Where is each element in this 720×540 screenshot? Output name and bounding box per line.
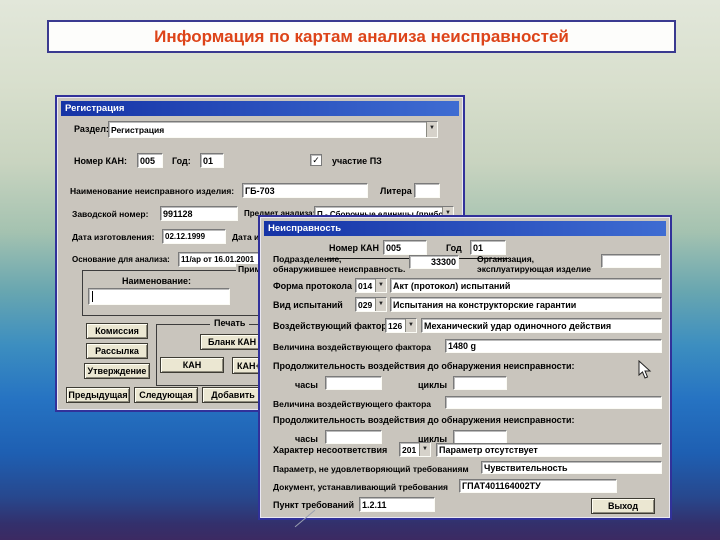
duration1-label: Продолжительность воздействия до обнаруж… bbox=[273, 361, 575, 371]
harakter-input[interactable] bbox=[436, 443, 662, 457]
podrazdelenie-label-1: Подразделение, bbox=[273, 254, 342, 264]
litera-input[interactable] bbox=[414, 183, 440, 198]
razdel-value: Регистрация bbox=[111, 124, 165, 135]
forma-protokola-code: 014 bbox=[358, 280, 373, 291]
forma-protokola-code-combobox[interactable]: 014 ▼ bbox=[355, 278, 387, 293]
komissiya-button[interactable]: Комиссия bbox=[86, 323, 148, 339]
zavod-nomer-label: Заводской номер: bbox=[72, 209, 149, 219]
duration2-label: Продолжительность воздействия до обнаруж… bbox=[273, 415, 575, 425]
duration1-chasy-input[interactable] bbox=[325, 376, 382, 390]
fault-client: Номер КАН Год Подразделение, обнаруживше… bbox=[263, 238, 667, 515]
registration-title: Регистрация bbox=[65, 103, 125, 114]
duration1-chasy-label: часы bbox=[295, 380, 318, 390]
razdel-combobox[interactable]: Регистрация ▼ bbox=[108, 121, 438, 138]
dropdown-arrow-icon[interactable]: ▼ bbox=[419, 443, 430, 456]
data-izgotovleniya-label: Дата изготовления: bbox=[72, 232, 155, 242]
next-button[interactable]: Следующая bbox=[134, 387, 198, 403]
naimenovanie-label: Наименование: bbox=[122, 276, 192, 286]
dokument-label: Документ, устанавливающий требования bbox=[273, 482, 449, 492]
zavod-nomer-input[interactable] bbox=[160, 206, 238, 221]
rassylka-button[interactable]: Рассылка bbox=[86, 343, 148, 359]
page-title: Информация по картам анализа неисправнос… bbox=[154, 27, 569, 46]
organizaciya-input[interactable] bbox=[601, 254, 661, 268]
duration1-cikly-input[interactable] bbox=[453, 376, 507, 390]
fault-title: Неисправность bbox=[268, 223, 342, 234]
pechat-group-title: Печать bbox=[210, 318, 250, 328]
duration2-chasy-label: часы bbox=[295, 434, 318, 444]
faktor-label: Воздействующий фактор bbox=[273, 321, 387, 331]
podrazdelenie-label-2: обнаружившее неисправность. bbox=[273, 264, 406, 274]
duration1-cikly-label: циклы bbox=[418, 380, 448, 390]
izdelie-input[interactable] bbox=[242, 183, 368, 198]
organizaciya-label-2: эксплуатирующая изделие bbox=[477, 264, 592, 274]
podrazdelenie-input[interactable] bbox=[409, 255, 459, 269]
data-cut-label: Дата и bbox=[232, 232, 260, 242]
fault-god-label: Год bbox=[446, 243, 462, 253]
dropdown-arrow-icon[interactable]: ▼ bbox=[375, 279, 386, 292]
add-button[interactable]: Добавить bbox=[202, 387, 264, 403]
duration2-cikly-input[interactable] bbox=[453, 430, 507, 444]
naimenovanie-input[interactable] bbox=[88, 288, 230, 305]
vid-ispytaniy-code: 029 bbox=[358, 299, 373, 310]
faktor-code-combobox[interactable]: 126 ▼ bbox=[385, 318, 417, 333]
uchastie-pz-checkbox[interactable]: ✓ bbox=[310, 154, 322, 166]
izdelie-label: Наименование неисправного изделия: bbox=[70, 186, 235, 196]
velichina1-label: Величина воздействующего фактора bbox=[273, 342, 431, 352]
parametr-label: Параметр, не удовлетворяющий требованиям bbox=[273, 464, 469, 474]
forma-protokola-label: Форма протокола bbox=[273, 281, 352, 291]
punkt-label: Пункт требований bbox=[273, 500, 355, 510]
punkt-input[interactable] bbox=[359, 497, 435, 512]
vid-ispytaniy-label: Вид испытаний bbox=[273, 300, 343, 310]
dropdown-arrow-icon[interactable]: ▼ bbox=[405, 319, 416, 332]
faktor-input[interactable] bbox=[421, 318, 662, 333]
kan-button[interactable]: КАН bbox=[160, 357, 224, 373]
velichina2-input[interactable] bbox=[445, 396, 662, 409]
dropdown-arrow-icon[interactable]: ▼ bbox=[426, 122, 437, 137]
organizaciya-label-1: Организация, bbox=[477, 254, 535, 264]
mouse-cursor-icon bbox=[638, 360, 652, 379]
god-input[interactable] bbox=[200, 153, 224, 168]
nomer-kan-label: Номер КАН: bbox=[74, 156, 128, 166]
forma-protokola-input[interactable] bbox=[390, 278, 662, 293]
razdel-label: Раздел: bbox=[74, 124, 109, 134]
dokument-input[interactable] bbox=[459, 479, 617, 493]
vid-ispytaniy-input[interactable] bbox=[390, 297, 662, 312]
fault-nomer-kan-input[interactable] bbox=[383, 240, 427, 255]
utverzhdenie-button[interactable]: Утверждение bbox=[84, 363, 150, 379]
fault-god-input[interactable] bbox=[470, 240, 506, 255]
harakter-code-combobox[interactable]: 201 ▼ bbox=[399, 442, 431, 457]
harakter-code: 201 bbox=[402, 444, 417, 455]
fault-window: Неисправность Номер КАН Год Подразделени… bbox=[258, 215, 672, 520]
page-title-banner: Информация по картам анализа неисправнос… bbox=[47, 20, 676, 53]
velichina1-input[interactable] bbox=[445, 339, 662, 353]
registration-titlebar[interactable]: Регистрация bbox=[61, 101, 459, 116]
dropdown-arrow-icon[interactable]: ▼ bbox=[375, 298, 386, 311]
vid-ispytaniy-code-combobox[interactable]: 029 ▼ bbox=[355, 297, 387, 312]
checkmark-icon: ✓ bbox=[312, 155, 320, 165]
prev-button[interactable]: Предыдущая bbox=[66, 387, 130, 403]
uchastie-pz-label: участие ПЗ bbox=[332, 156, 382, 166]
exit-button[interactable]: Выход bbox=[591, 498, 655, 514]
duration2-chasy-input[interactable] bbox=[325, 430, 382, 444]
god-label: Год: bbox=[172, 156, 191, 166]
blank-kan-button[interactable]: Бланк КАН bbox=[200, 334, 264, 350]
parametr-input[interactable] bbox=[481, 461, 662, 474]
harakter-label: Характер несоответствия bbox=[273, 445, 388, 455]
litera-label: Литера bbox=[380, 186, 412, 196]
fault-titlebar[interactable]: Неисправность bbox=[264, 221, 666, 236]
nomer-kan-input[interactable] bbox=[137, 153, 163, 168]
osnovanie-label: Основание для анализа: bbox=[72, 255, 170, 264]
faktor-code: 126 bbox=[388, 320, 403, 331]
text-caret bbox=[92, 291, 93, 302]
fault-nomer-kan-label: Номер КАН bbox=[329, 243, 380, 253]
data-izgotovleniya-input[interactable] bbox=[162, 229, 226, 244]
velichina2-label: Величина воздействующего фактора bbox=[273, 399, 431, 409]
